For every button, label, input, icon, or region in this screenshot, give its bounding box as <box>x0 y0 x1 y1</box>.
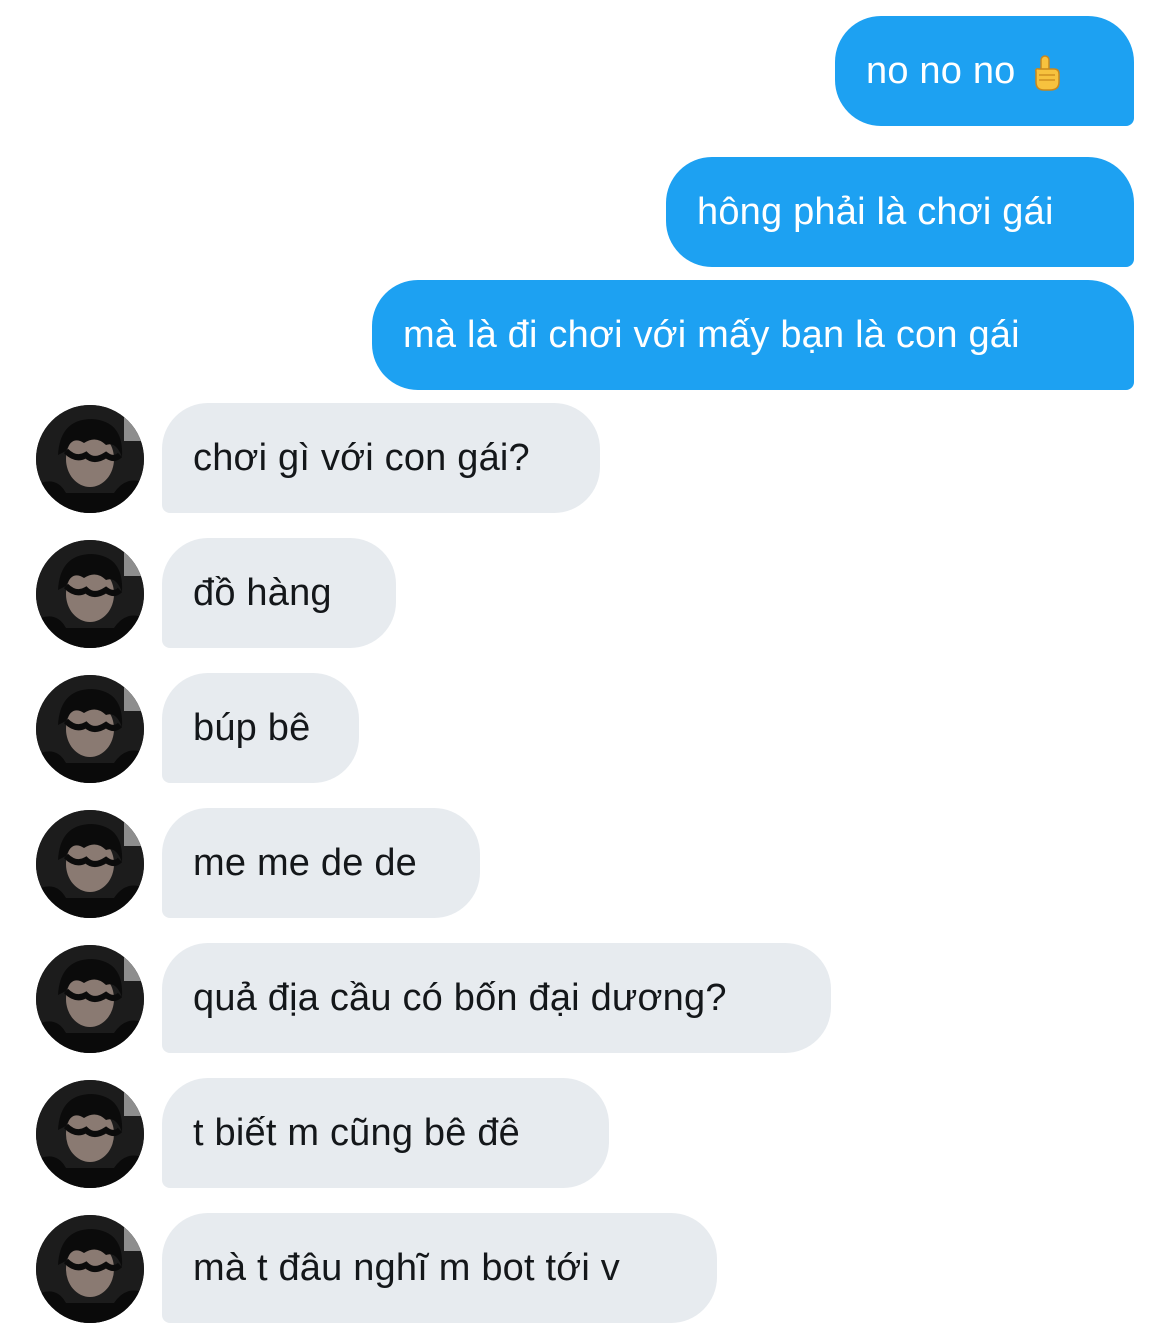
avatar[interactable] <box>36 675 144 783</box>
message-text: mà t đâu nghĩ m bot tới v <box>193 1246 621 1289</box>
received-message[interactable]: đồ hàng <box>162 538 396 648</box>
received-message[interactable]: búp bê <box>162 673 359 783</box>
avatar[interactable] <box>36 540 144 648</box>
sent-message[interactable]: no no no <box>835 16 1134 126</box>
message-text: đồ hàng <box>193 571 332 614</box>
message-text: hông phải là chơi gái <box>697 190 1054 233</box>
avatar[interactable] <box>36 810 144 918</box>
message-text: quả địa cầu có bốn đại dương? <box>193 976 727 1019</box>
avatar[interactable] <box>36 405 144 513</box>
message-text: mà là đi chơi với mấy bạn là con gái <box>403 313 1020 356</box>
sent-message[interactable]: mà là đi chơi với mấy bạn là con gái <box>372 280 1134 390</box>
avatar[interactable] <box>36 1080 144 1188</box>
received-message[interactable]: t biết m cũng bê đê <box>162 1078 609 1188</box>
message-text: búp bê <box>193 706 311 749</box>
message-text: me me de de <box>193 841 417 884</box>
received-message[interactable]: chơi gì với con gái? <box>162 403 600 513</box>
received-message[interactable]: mà t đâu nghĩ m bot tới v <box>162 1213 717 1323</box>
avatar[interactable] <box>36 1215 144 1323</box>
avatar[interactable] <box>36 945 144 1053</box>
message-text: chơi gì với con gái? <box>193 436 530 479</box>
received-message[interactable]: me me de de <box>162 808 480 918</box>
pointing-up-emoji-icon <box>1030 54 1062 92</box>
message-text: t biết m cũng bê đê <box>193 1111 521 1154</box>
received-message[interactable]: quả địa cầu có bốn đại dương? <box>162 943 831 1053</box>
chat-thread: no no no hông phải là chơi gái mà là đi … <box>0 0 1170 1338</box>
sent-message[interactable]: hông phải là chơi gái <box>666 157 1134 267</box>
message-text: no no no <box>866 49 1016 92</box>
